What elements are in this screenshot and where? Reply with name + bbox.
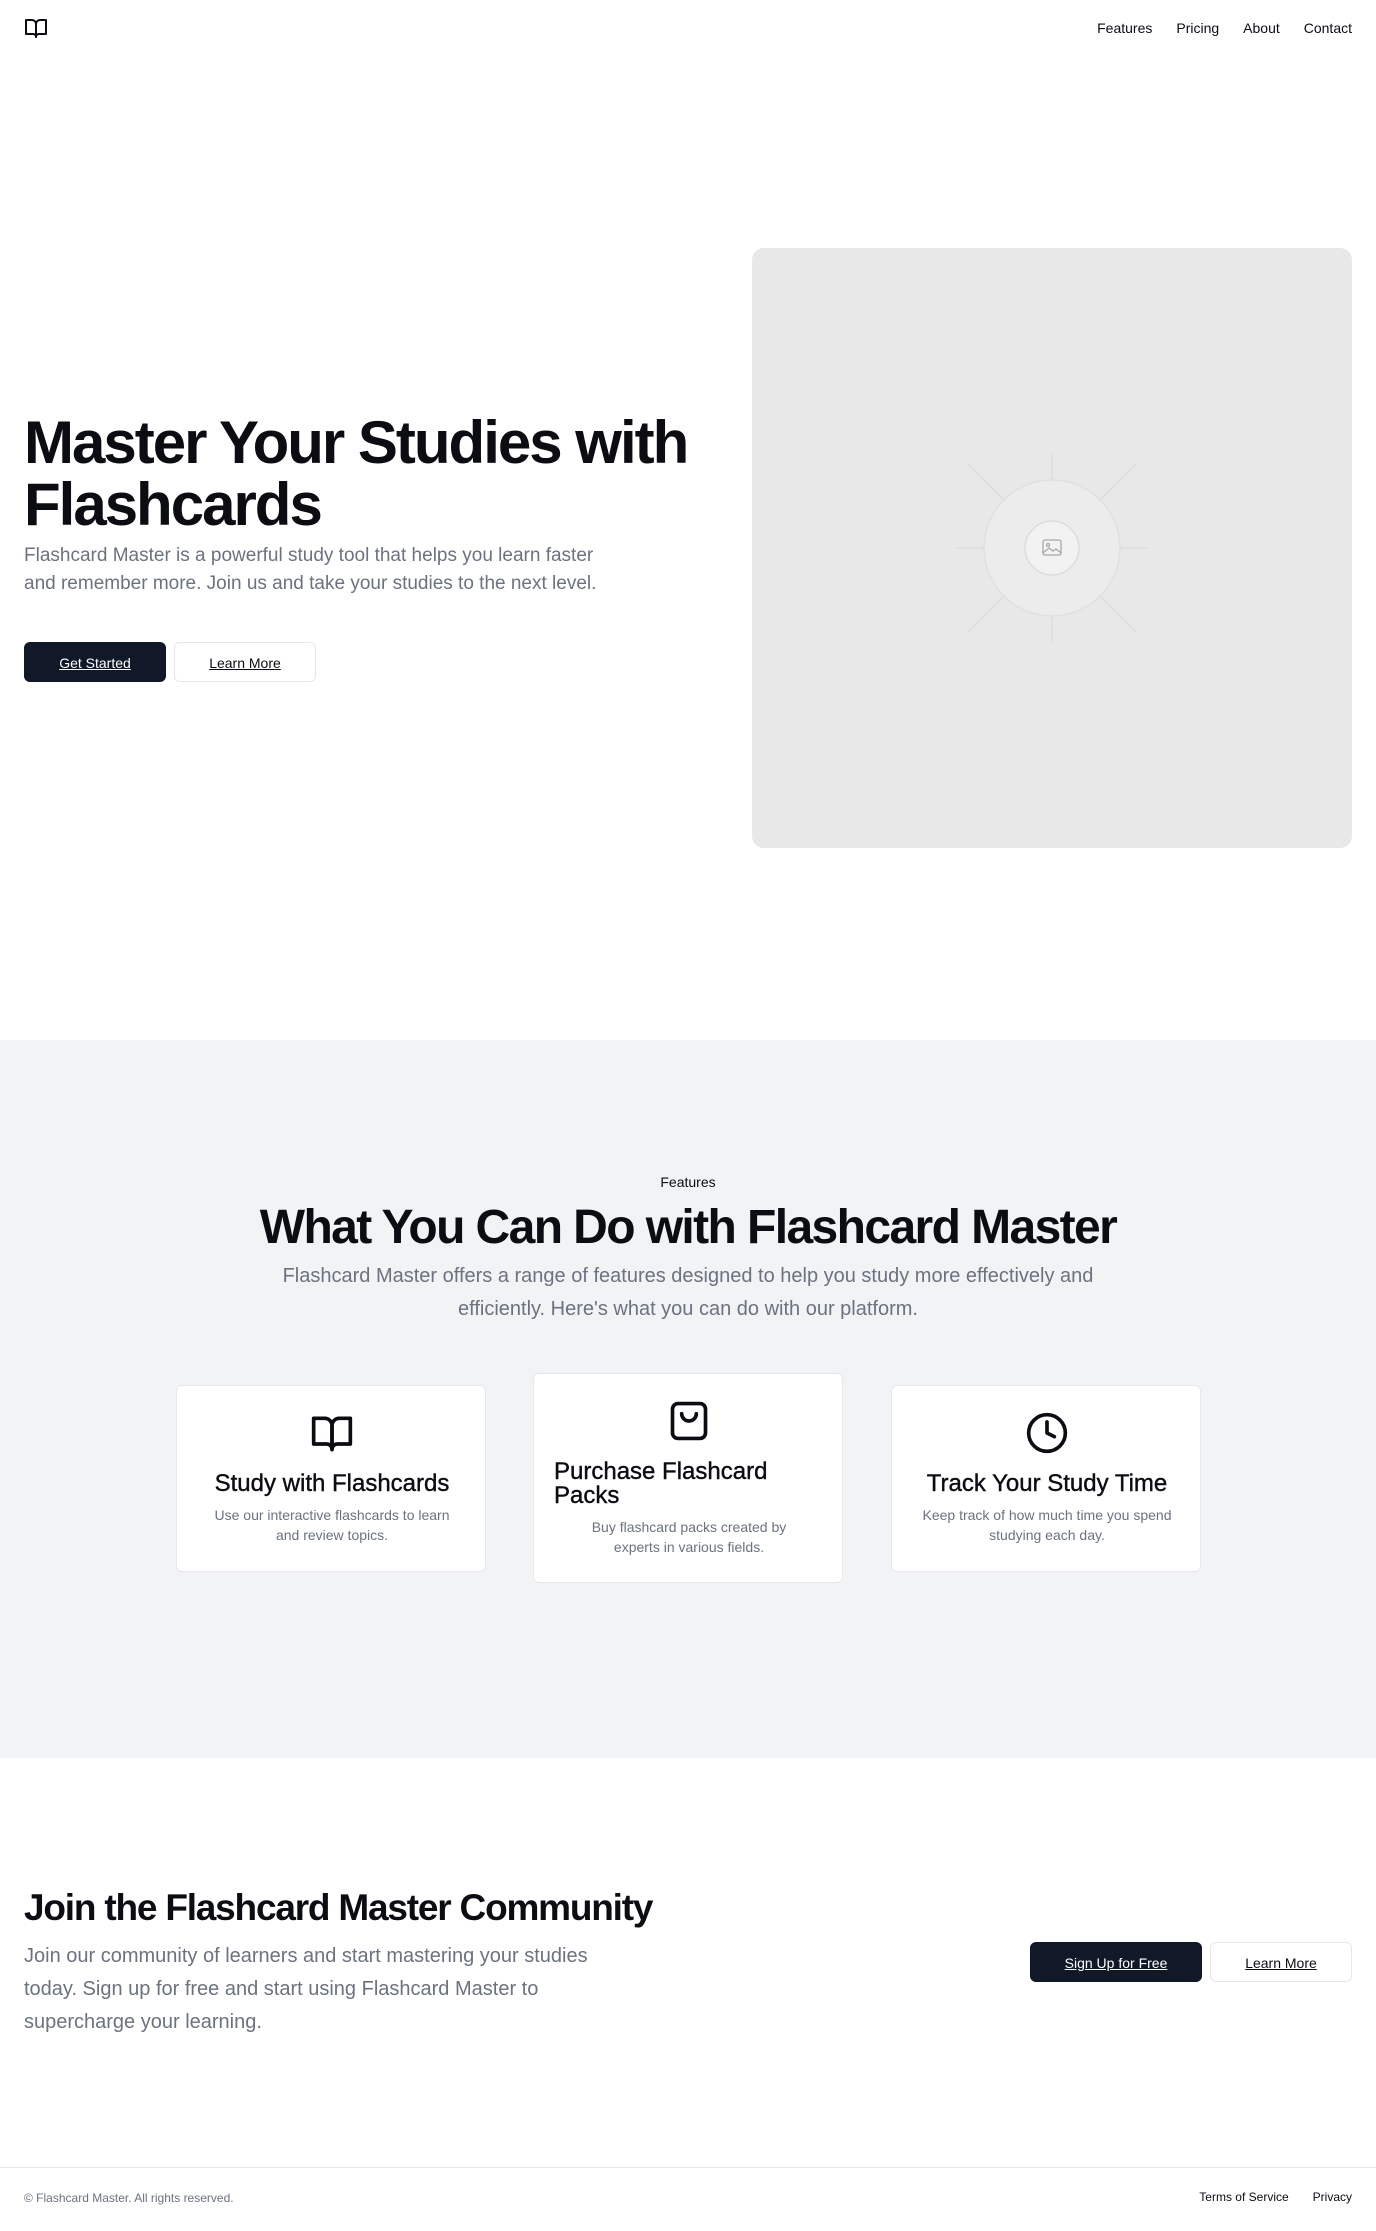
feature-card-study: Study with Flashcards Use our interactiv… (176, 1385, 486, 1572)
feature-card-title: Track Your Study Time (926, 1470, 1168, 1497)
shopping-bag-icon (667, 1399, 711, 1443)
hero-learn-more-button[interactable]: Learn More (174, 642, 316, 682)
nav-link-pricing[interactable]: Pricing (1176, 18, 1219, 38)
hero-title: Master Your Studies with Flashcards (24, 409, 689, 538)
main-nav: Features Pricing About Contact (1097, 18, 1352, 38)
terms-of-service-link[interactable]: Terms of Service (1199, 2190, 1288, 2204)
clock-icon (1025, 1411, 1069, 1455)
features-section: Features What You Can Do with Flashcard … (0, 1040, 1376, 1758)
feature-card-text: Keep track of how much time you spend st… (922, 1507, 1172, 1543)
get-started-button[interactable]: Get Started (24, 642, 166, 682)
sign-up-free-button[interactable]: Sign Up for Free (1030, 1942, 1202, 1982)
feature-card-text: Use our interactive flashcards to learn … (214, 1507, 450, 1543)
site-header: Features Pricing About Contact (0, 0, 1376, 56)
feature-card-title: Purchase Flashcard Packs (554, 1458, 768, 1509)
community-description: Join our community of learners and start… (24, 1945, 588, 2033)
feature-card-purchase: Purchase Flashcard Packs Buy flashcard p… (533, 1373, 843, 1583)
nav-link-contact[interactable]: Contact (1304, 18, 1352, 38)
hero-description: Flashcard Master is a powerful study too… (24, 545, 597, 594)
nav-link-features[interactable]: Features (1097, 18, 1152, 38)
book-open-icon[interactable] (24, 16, 48, 40)
footer-links: Terms of Service Privacy (1199, 2190, 1352, 2204)
nav-link-about[interactable]: About (1243, 18, 1280, 38)
features-eyebrow: Features (660, 1174, 716, 1190)
feature-card-track: Track Your Study Time Keep track of how … (891, 1385, 1201, 1572)
feature-card-text: Buy flashcard packs created by experts i… (591, 1519, 787, 1555)
hero-image-placeholder (752, 248, 1352, 848)
site-footer: © Flashcard Master. All rights reserved.… (0, 2167, 1376, 2231)
community-title: Join the Flashcard Master Community (24, 1887, 653, 1928)
privacy-link[interactable]: Privacy (1313, 2190, 1352, 2204)
community-learn-more-button[interactable]: Learn More (1210, 1942, 1352, 1982)
features-title: What You Can Do with Flashcard Master (259, 1201, 1118, 1254)
image-placeholder-icon (957, 453, 1147, 643)
features-description: Flashcard Master offers a range of featu… (282, 1265, 1094, 1320)
feature-card-title: Study with Flashcards (214, 1470, 450, 1497)
copyright-text: © Flashcard Master. All rights reserved. (24, 2191, 234, 2205)
book-open-icon (310, 1411, 354, 1455)
